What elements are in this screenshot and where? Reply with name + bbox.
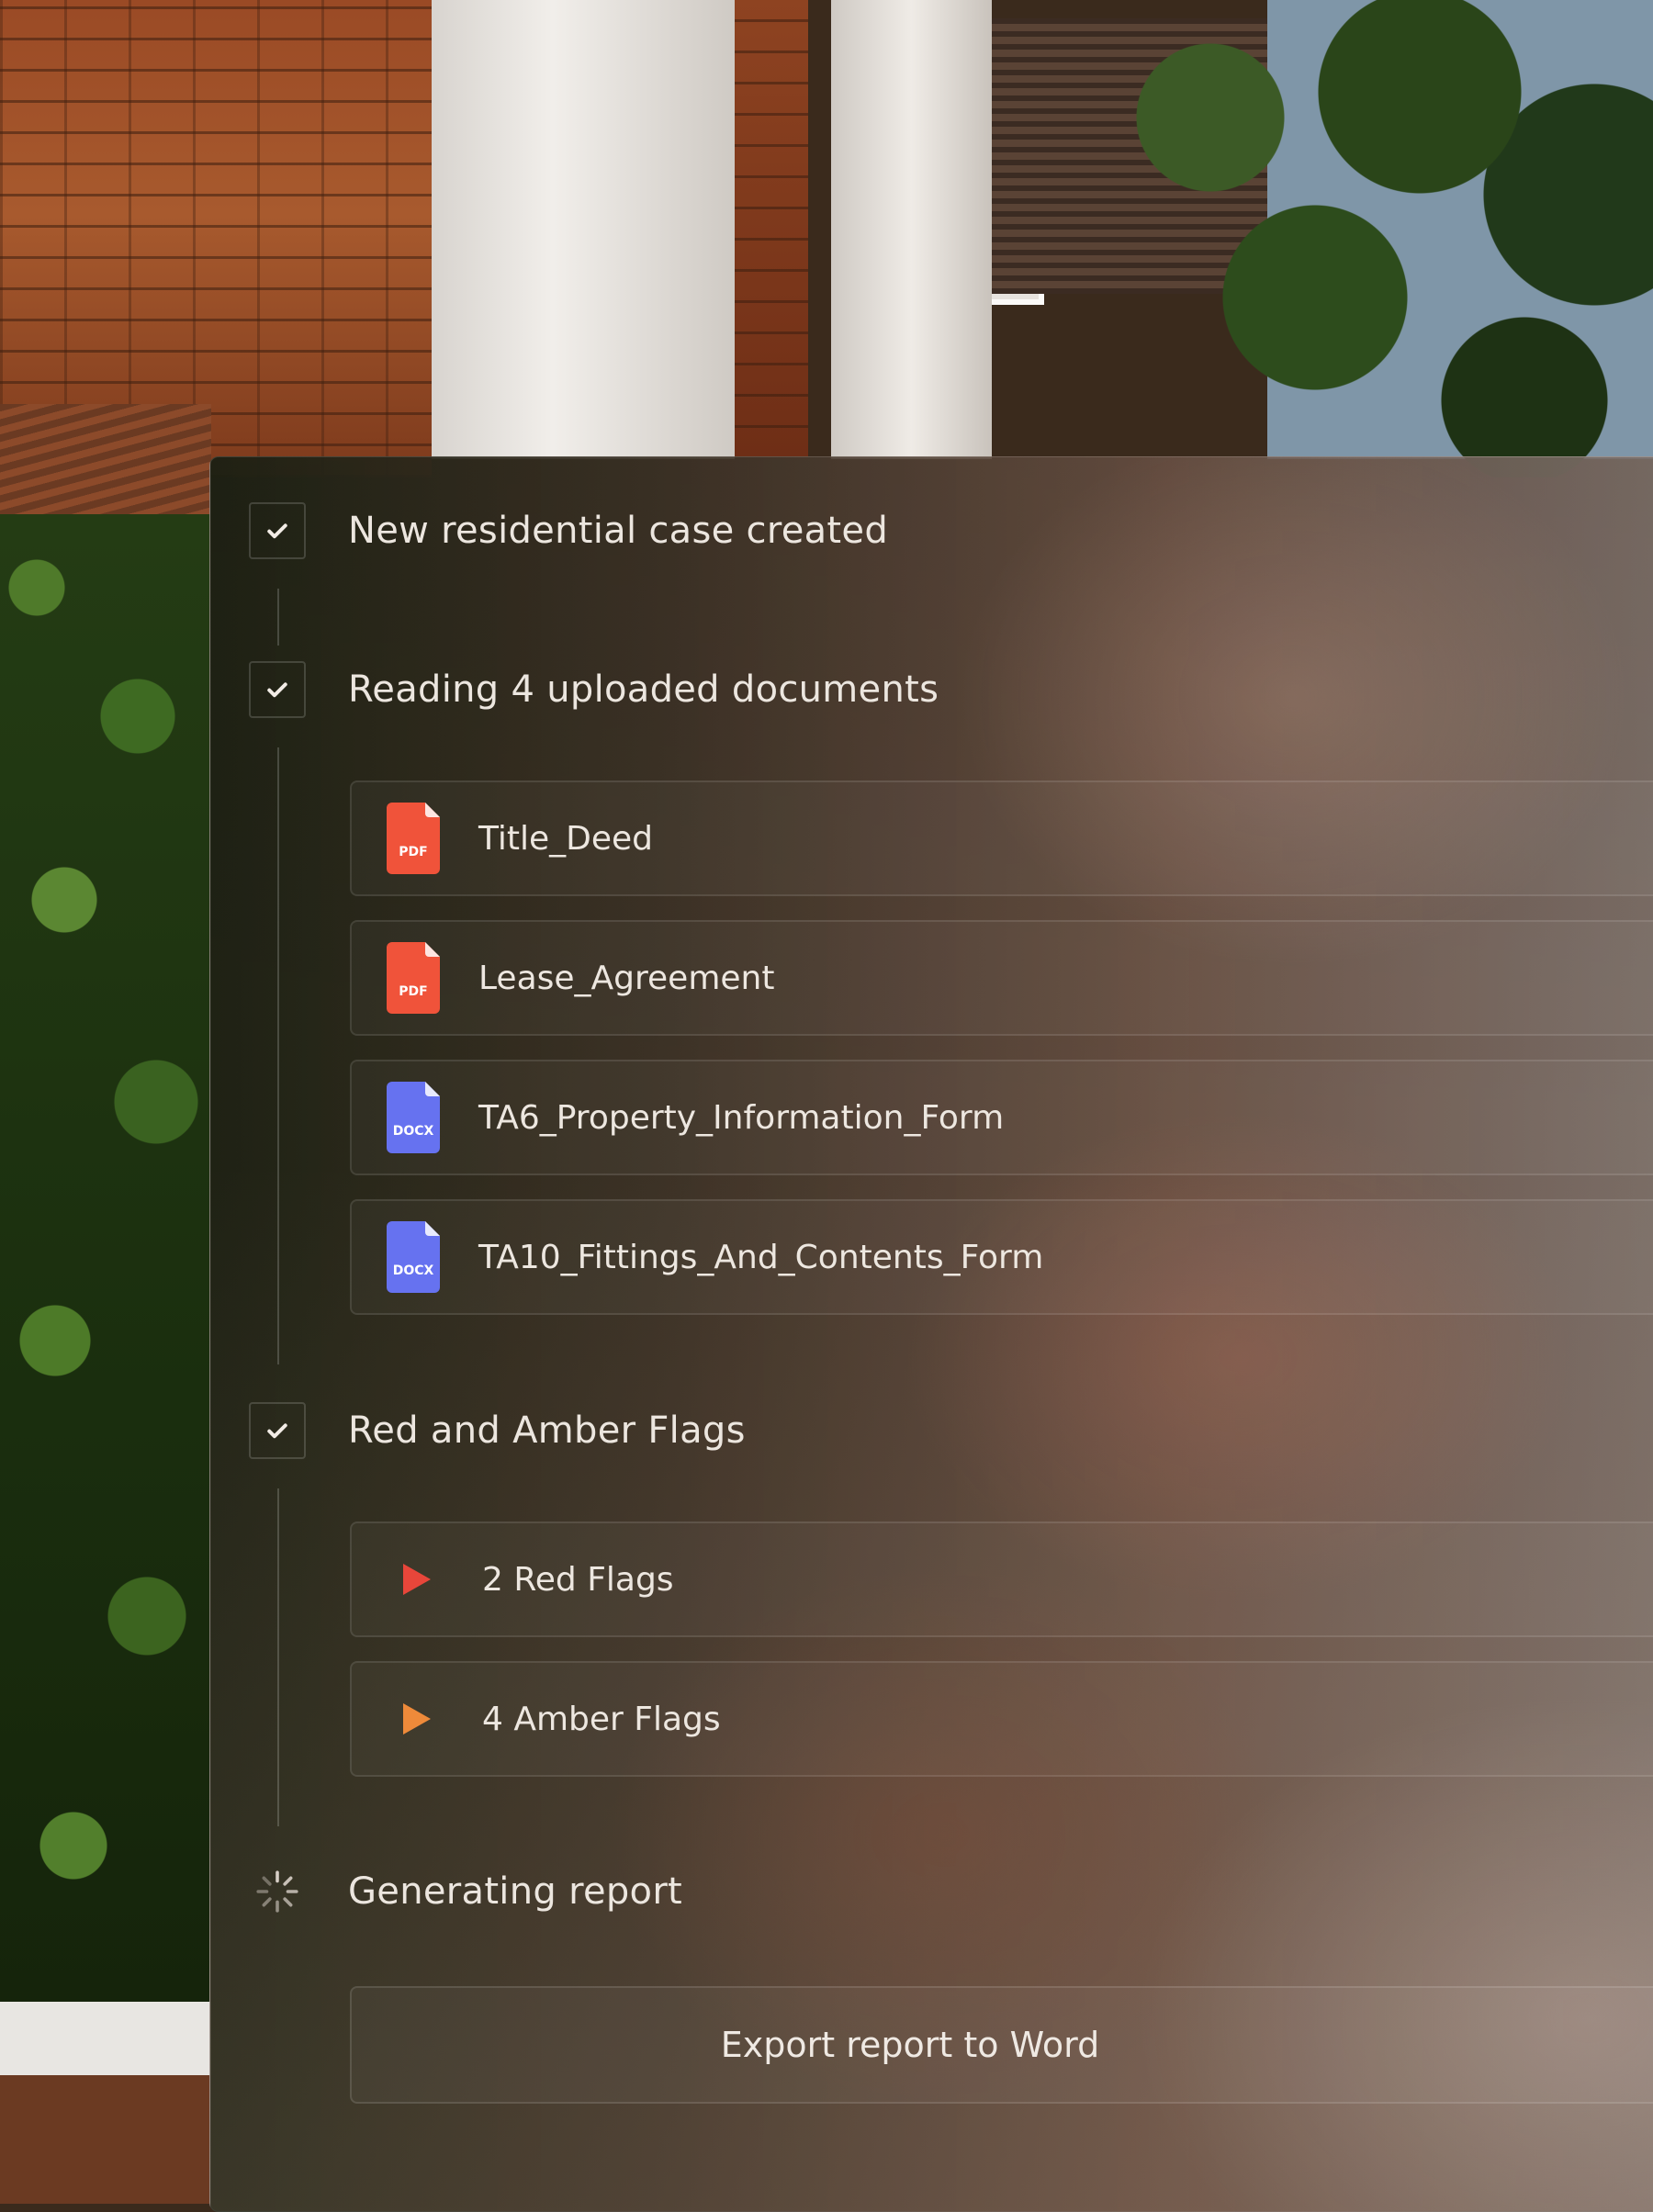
checkbox-checked [249, 661, 306, 718]
document-name: Lease_Agreement [478, 959, 775, 997]
document-row[interactable]: DOCX TA6_Property_Information_Form [350, 1060, 1653, 1175]
flag-row-red[interactable]: 2 Red Flags [350, 1521, 1653, 1637]
check-icon [267, 523, 287, 539]
bay-window [432, 0, 1044, 459]
document-name: TA6_Property_Information_Form [478, 1098, 1005, 1137]
svg-text:DOCX: DOCX [393, 1263, 434, 1278]
step-generating-report: Generating report [249, 1862, 682, 1921]
svg-text:DOCX: DOCX [393, 1124, 434, 1139]
bay-window [831, 0, 992, 459]
play-triangle-icon [398, 1561, 434, 1598]
pdf-file-icon: PDF [387, 942, 440, 1014]
docx-file-icon: DOCX [387, 1221, 440, 1293]
timeline-connector [277, 1488, 279, 1826]
document-name: Title_Deed [478, 819, 654, 858]
hedge [0, 514, 211, 2002]
tree-foliage [1001, 0, 1653, 477]
document-name: TA10_Fittings_And_Contents_Form [478, 1238, 1044, 1276]
check-icon [267, 682, 287, 698]
step-label: Generating report [348, 1870, 683, 1913]
svg-text:PDF: PDF [399, 845, 427, 859]
export-button-label: Export report to Word [720, 2025, 1100, 2065]
case-progress-panel: New residential case created Reading 4 u… [209, 456, 1653, 2212]
flag-row-amber[interactable]: 4 Amber Flags [350, 1661, 1653, 1777]
checkbox-checked [249, 502, 306, 559]
step-label: New residential case created [348, 510, 889, 552]
document-row[interactable]: DOCX TA10_Fittings_And_Contents_Form [350, 1199, 1653, 1315]
pdf-file-icon: PDF [387, 803, 440, 874]
flag-label: 2 Red Flags [482, 1560, 674, 1599]
export-to-word-button[interactable]: Export report to Word [350, 1986, 1653, 2104]
step-label: Red and Amber Flags [348, 1409, 746, 1452]
step-flags: Red and Amber Flags [249, 1401, 746, 1460]
svg-text:PDF: PDF [399, 984, 427, 999]
timeline-connector [277, 747, 279, 1364]
brick-column [735, 0, 808, 459]
docx-file-icon: DOCX [387, 1082, 440, 1153]
step-label: Reading 4 uploaded documents [348, 668, 939, 711]
step-reading-documents: Reading 4 uploaded documents [249, 660, 939, 719]
play-triangle-icon [398, 1701, 434, 1737]
checkbox-checked [249, 1402, 306, 1459]
loading-spinner-icon [249, 1863, 306, 1920]
step-case-created: New residential case created [249, 501, 888, 560]
timeline-connector [277, 589, 279, 646]
document-row[interactable]: PDF Lease_Agreement [350, 920, 1653, 1036]
document-row[interactable]: PDF Title_Deed [350, 780, 1653, 896]
flag-label: 4 Amber Flags [482, 1700, 721, 1738]
check-icon [267, 1423, 287, 1439]
garden-wall [0, 2002, 211, 2204]
